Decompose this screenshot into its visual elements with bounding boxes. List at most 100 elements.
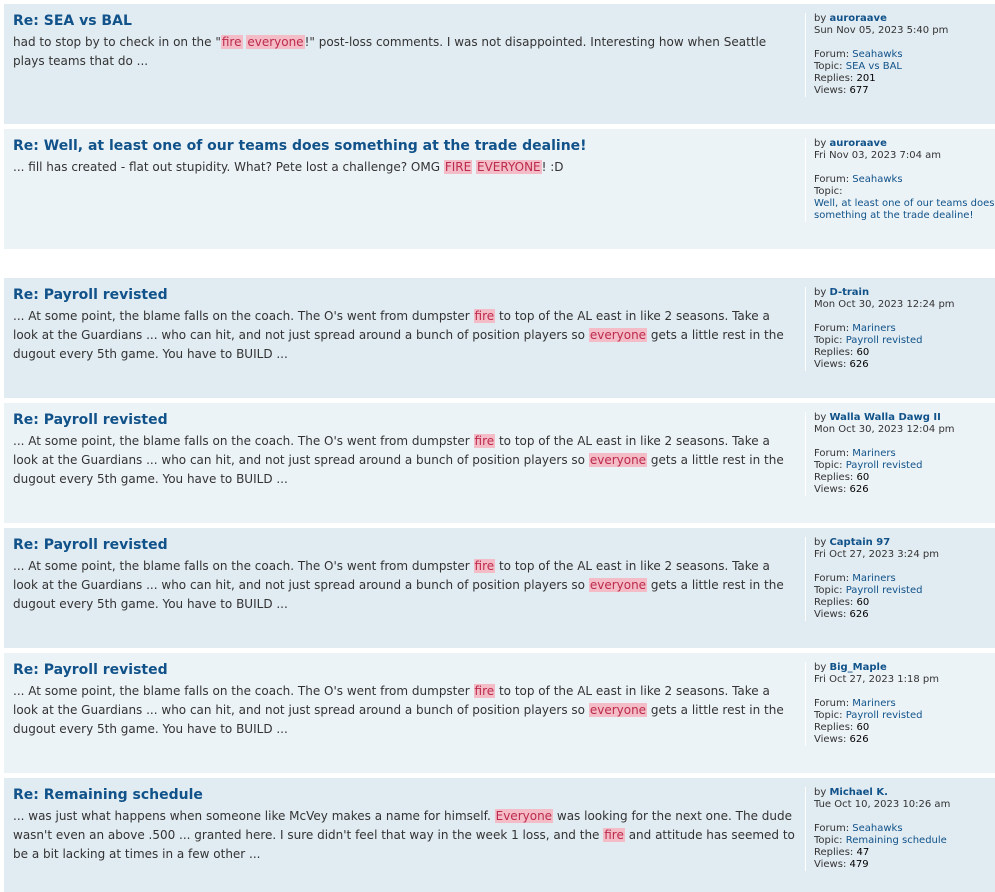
forum-link[interactable]: Mariners bbox=[852, 448, 895, 459]
author-link[interactable]: Big_Maple bbox=[829, 662, 886, 673]
forum-line: Forum: Seahawks bbox=[814, 49, 995, 61]
author-line: by auroraave bbox=[814, 13, 995, 25]
post-excerpt: ... At some point, the blame falls on th… bbox=[13, 432, 798, 489]
profile-spacer bbox=[814, 811, 995, 823]
post-profile: by Captain 97 Fri Oct 27, 2023 3:24 pm For… bbox=[805, 537, 995, 621]
views-line: Views: 626 bbox=[814, 609, 995, 621]
views-line: Views: 626 bbox=[814, 484, 995, 496]
forum-label: Forum: bbox=[814, 49, 850, 60]
author-line: by Captain 97 bbox=[814, 537, 995, 549]
replies-count: 201 bbox=[856, 73, 876, 84]
search-highlight: everyone bbox=[246, 35, 305, 49]
post-excerpt: had to stop by to check in on the "fire … bbox=[13, 33, 798, 71]
search-result-post: Re: Payroll revisted ... At some point, t… bbox=[4, 528, 995, 648]
search-highlight: everyone bbox=[588, 328, 648, 342]
topic-label: Topic: bbox=[814, 710, 843, 721]
search-highlight: Everyone bbox=[494, 809, 554, 823]
post-title-link[interactable]: Re: Payroll revisted bbox=[13, 411, 798, 429]
forum-label: Forum: bbox=[814, 698, 850, 709]
views-count: 626 bbox=[849, 609, 869, 620]
author-link[interactable]: Michael K. bbox=[829, 787, 887, 798]
replies-line: Replies: 60 bbox=[814, 597, 995, 609]
topic-link[interactable]: Payroll revisted bbox=[846, 335, 923, 346]
topic-link[interactable]: Well, at least one of our teams does som… bbox=[814, 198, 994, 221]
by-label: by bbox=[814, 787, 827, 798]
post-title-link[interactable]: Re: Payroll revisted bbox=[13, 286, 798, 304]
excerpt-text: ... At some point, the blame falls on th… bbox=[13, 309, 474, 323]
post-profile: by auroraave Sun Nov 05, 2023 5:40 pm Foru… bbox=[805, 13, 995, 97]
replies-line: Replies: 60 bbox=[814, 722, 995, 734]
post-body: Re: Payroll revisted ... At some point, t… bbox=[13, 286, 798, 364]
forum-link[interactable]: Mariners bbox=[852, 698, 895, 709]
topic-link[interactable]: Remaining schedule bbox=[846, 835, 947, 846]
topic-label: Topic: bbox=[814, 335, 843, 346]
post-body: Re: Well, at least one of our teams does… bbox=[13, 137, 798, 177]
forum-label: Forum: bbox=[814, 448, 850, 459]
forum-link[interactable]: Seahawks bbox=[852, 49, 902, 60]
topic-link-line: Well, at least one of our teams does som… bbox=[814, 198, 995, 222]
forum-line: Forum: Seahawks bbox=[814, 174, 995, 186]
post-title-link[interactable]: Re: SEA vs BAL bbox=[13, 12, 798, 30]
topic-line: Topic: Payroll revisted bbox=[814, 335, 995, 347]
topic-link[interactable]: Payroll revisted bbox=[846, 585, 923, 596]
post-date: Fri Oct 27, 2023 3:24 pm bbox=[814, 549, 939, 560]
post-date: Tue Oct 10, 2023 10:26 am bbox=[814, 799, 951, 810]
post-excerpt: ... At some point, the blame falls on th… bbox=[13, 557, 798, 614]
forum-line: Forum: Seahawks bbox=[814, 823, 995, 835]
post-body: Re: Payroll revisted ... At some point, t… bbox=[13, 661, 798, 739]
post-title-link[interactable]: Re: Remaining schedule bbox=[13, 786, 798, 804]
by-label: by bbox=[814, 412, 827, 423]
topic-link[interactable]: Payroll revisted bbox=[846, 710, 923, 721]
replies-label: Replies: bbox=[814, 472, 854, 483]
by-label: by bbox=[814, 138, 827, 149]
author-link[interactable]: Walla Walla Dawg II bbox=[829, 412, 940, 423]
post-title-link[interactable]: Re: Well, at least one of our teams does… bbox=[13, 137, 798, 155]
search-highlight: fire bbox=[473, 684, 496, 698]
post-date: Sun Nov 05, 2023 5:40 pm bbox=[814, 25, 949, 36]
search-highlight: fire bbox=[220, 35, 243, 49]
profile-spacer bbox=[814, 561, 995, 573]
post-title-link[interactable]: Re: Payroll revisted bbox=[13, 661, 798, 679]
replies-count: 60 bbox=[856, 347, 870, 358]
search-result-post: Re: Payroll revisted ... At some point, t… bbox=[4, 403, 995, 523]
post-body: Re: Remaining schedule ... was just what … bbox=[13, 786, 798, 864]
views-line: Views: 626 bbox=[814, 734, 995, 746]
replies-line: Replies: 60 bbox=[814, 472, 995, 484]
topic-line: Topic: Remaining schedule bbox=[814, 835, 995, 847]
views-count: 479 bbox=[849, 859, 869, 870]
forum-link[interactable]: Seahawks bbox=[852, 174, 902, 185]
author-link[interactable]: auroraave bbox=[829, 13, 886, 24]
search-highlight: everyone bbox=[588, 703, 648, 717]
profile-spacer bbox=[814, 311, 995, 323]
views-count: 626 bbox=[849, 359, 869, 370]
post-body: Re: SEA vs BAL had to stop by to check in… bbox=[13, 12, 798, 71]
topic-line: Topic: Payroll revisted bbox=[814, 585, 995, 597]
replies-label: Replies: bbox=[814, 847, 854, 858]
replies-line: Replies: 60 bbox=[814, 347, 995, 359]
forum-link[interactable]: Mariners bbox=[852, 573, 895, 584]
topic-line: Topic: Payroll revisted bbox=[814, 460, 995, 472]
author-link[interactable]: D-train bbox=[829, 287, 869, 298]
profile-spacer bbox=[814, 162, 995, 174]
topic-link[interactable]: SEA vs BAL bbox=[846, 61, 902, 72]
replies-label: Replies: bbox=[814, 347, 854, 358]
forum-line: Forum: Mariners bbox=[814, 323, 995, 335]
topic-link[interactable]: Payroll revisted bbox=[846, 460, 923, 471]
topic-label: Topic: bbox=[814, 460, 843, 471]
search-highlight: fire bbox=[473, 559, 496, 573]
forum-label: Forum: bbox=[814, 174, 850, 185]
views-count: 626 bbox=[849, 734, 869, 745]
author-link[interactable]: Captain 97 bbox=[829, 537, 890, 548]
replies-count: 60 bbox=[856, 472, 870, 483]
forum-link[interactable]: Seahawks bbox=[852, 823, 902, 834]
forum-line: Forum: Mariners bbox=[814, 573, 995, 585]
post-title-link[interactable]: Re: Payroll revisted bbox=[13, 536, 798, 554]
views-label: Views: bbox=[814, 359, 847, 370]
by-label: by bbox=[814, 287, 827, 298]
topic-label: Topic: bbox=[814, 61, 843, 72]
topic-line: Topic: bbox=[814, 186, 995, 198]
author-link[interactable]: auroraave bbox=[829, 138, 886, 149]
forum-link[interactable]: Mariners bbox=[852, 323, 895, 334]
search-result-post: Re: Payroll revisted ... At some point, t… bbox=[4, 653, 995, 773]
search-result-post: Re: Remaining schedule ... was just what … bbox=[4, 778, 995, 892]
